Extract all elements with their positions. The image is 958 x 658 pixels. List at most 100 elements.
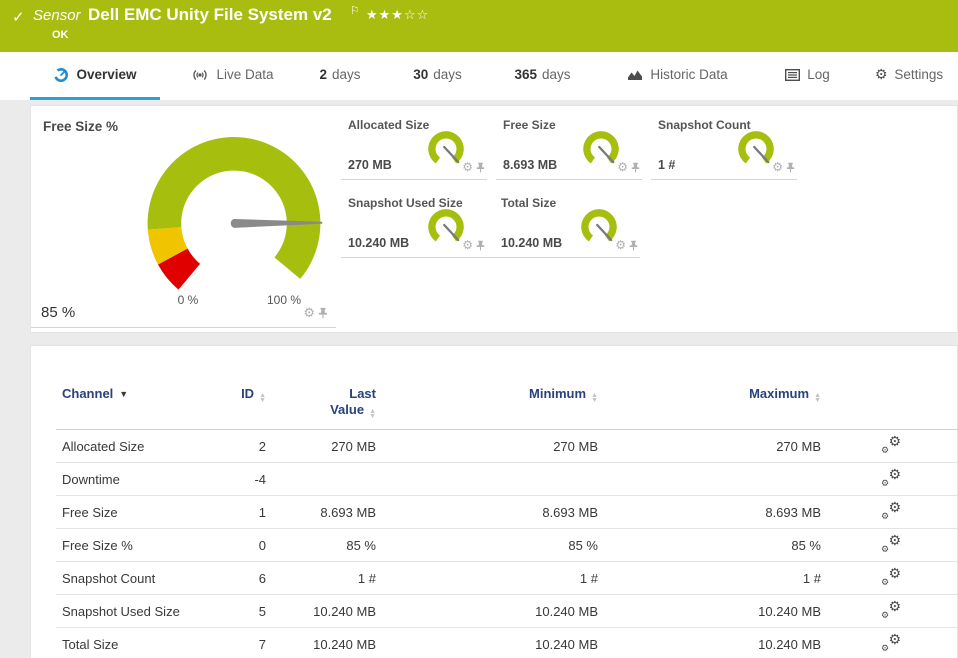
channel-settings-icon[interactable]: ⚙⚙	[881, 436, 901, 453]
channel-settings-icon[interactable]: ⚙⚙	[881, 469, 901, 486]
last-value: 10.240 MB	[266, 595, 376, 628]
sensor-status-header: ✓ Sensor Dell EMC Unity File System v2 ⚐…	[0, 0, 958, 52]
channel-settings-icon[interactable]: ⚙⚙	[881, 535, 901, 552]
sort-icon: ▲▼	[591, 393, 598, 403]
gauges-panel: Free Size % 0 % 100 % 85 % ⚙ Allocated S…	[30, 105, 958, 333]
gauge-card-free-size-percent: Free Size % 0 % 100 % 85 % ⚙	[31, 109, 336, 328]
gauge-value: 8.693 MB	[503, 158, 557, 172]
gauge-value: 270 MB	[348, 158, 392, 172]
table-row: Snapshot Count 6 1 # 1 # 1 # ⚙⚙	[56, 562, 958, 595]
channel-settings-icon[interactable]: ⚙⚙	[881, 601, 901, 618]
column-header-maximum[interactable]: Maximum▲▼	[598, 386, 821, 430]
tab-label: days	[332, 67, 361, 82]
status-badge: OK	[52, 29, 69, 41]
channel-name[interactable]: Free Size	[56, 496, 206, 529]
channel-settings-icon[interactable]: ⚙⚙	[881, 634, 901, 651]
gauge-title: Free Size %	[43, 119, 118, 134]
channel-id: 6	[206, 562, 266, 595]
table-row: Free Size 1 8.693 MB 8.693 MB 8.693 MB ⚙…	[56, 496, 958, 529]
tab-bar: Overview Live Data 2 days 30 days 365 da…	[0, 52, 958, 100]
table-row: Total Size 7 10.240 MB 10.240 MB 10.240 …	[56, 628, 958, 658]
area-chart-icon	[627, 69, 643, 81]
log-list-icon	[785, 69, 800, 81]
gear-icon[interactable]: ⚙	[462, 161, 473, 173]
pin-icon[interactable]	[631, 162, 640, 173]
last-value: 10.240 MB	[266, 628, 376, 658]
channel-name[interactable]: Snapshot Count	[56, 562, 206, 595]
table-row: Downtime -4 ⚙⚙	[56, 463, 958, 496]
column-header-id[interactable]: ID▲▼	[206, 386, 266, 430]
tab-365-days[interactable]: 365 days	[495, 52, 590, 100]
gear-icon[interactable]: ⚙	[772, 161, 783, 173]
channel-id: 7	[206, 628, 266, 658]
gear-icon[interactable]: ⚙	[615, 239, 626, 251]
gauge-card-allocated-size: Allocated Size 270 MB ⚙	[341, 109, 487, 180]
maximum-value: 8.693 MB	[598, 496, 821, 529]
sort-icon: ▲▼	[369, 409, 376, 419]
flag-icon[interactable]: ⚐	[350, 4, 360, 17]
column-header-channel[interactable]: Channel▼	[56, 386, 206, 430]
minimum-value	[376, 463, 598, 496]
tab-2-days[interactable]: 2 days	[300, 52, 380, 100]
pin-icon[interactable]	[786, 162, 795, 173]
maximum-value: 85 %	[598, 529, 821, 562]
sensor-title: Dell EMC Unity File System v2	[88, 5, 332, 25]
channel-table: Channel▼ ID▲▼ Last Value▲▼ Minimum▲▼ Max…	[56, 386, 958, 658]
gauge-title: Total Size	[501, 196, 556, 210]
maximum-value: 1 #	[598, 562, 821, 595]
tab-overview[interactable]: Overview	[30, 52, 160, 100]
tab-30-days[interactable]: 30 days	[395, 52, 480, 100]
tab-log[interactable]: Log	[770, 52, 845, 100]
tab-label: days	[542, 67, 571, 82]
channel-name[interactable]: Total Size	[56, 628, 206, 658]
mini-gauge-grid: Allocated Size 270 MB ⚙ Free Size 8.693 …	[341, 109, 957, 332]
minimum-value: 85 %	[376, 529, 598, 562]
tab-number: 365	[514, 67, 537, 82]
last-value: 270 MB	[266, 430, 376, 463]
gauge-scale-min: 0 %	[168, 293, 208, 307]
minimum-value: 10.240 MB	[376, 595, 598, 628]
table-row: Snapshot Used Size 5 10.240 MB 10.240 MB…	[56, 595, 958, 628]
minimum-value: 1 #	[376, 562, 598, 595]
maximum-value: 270 MB	[598, 430, 821, 463]
gear-icon: ⚙	[875, 66, 888, 83]
sort-desc-icon: ▼	[119, 389, 128, 399]
table-row: Allocated Size 2 270 MB 270 MB 270 MB ⚙⚙	[56, 430, 958, 463]
free-size-gauge	[114, 113, 354, 305]
maximum-value: 10.240 MB	[598, 628, 821, 658]
pin-icon[interactable]	[629, 240, 638, 251]
channel-id: 1	[206, 496, 266, 529]
maximum-value: 10.240 MB	[598, 595, 821, 628]
tab-label: Live Data	[216, 67, 273, 82]
tab-settings[interactable]: ⚙ Settings	[860, 52, 958, 100]
gauge-value: 1 #	[658, 158, 675, 172]
channel-id: 5	[206, 595, 266, 628]
tab-live-data[interactable]: Live Data	[170, 52, 295, 100]
tab-label: Settings	[894, 67, 943, 82]
gauge-title: Free Size	[503, 118, 556, 132]
priority-stars[interactable]: ★★★☆☆	[366, 7, 429, 23]
gear-icon[interactable]: ⚙	[617, 161, 628, 173]
pin-icon[interactable]	[476, 162, 485, 173]
channel-id: -4	[206, 463, 266, 496]
channel-name[interactable]: Downtime	[56, 463, 206, 496]
last-value	[266, 463, 376, 496]
object-kind-label: Sensor	[33, 7, 81, 24]
pin-icon[interactable]	[318, 307, 328, 319]
tab-historic-data[interactable]: Historic Data	[610, 52, 745, 100]
channel-name[interactable]: Snapshot Used Size	[56, 595, 206, 628]
channel-settings-icon[interactable]: ⚙⚙	[881, 568, 901, 585]
channel-settings-icon[interactable]: ⚙⚙	[881, 502, 901, 519]
last-value: 8.693 MB	[266, 496, 376, 529]
column-header-minimum[interactable]: Minimum▲▼	[376, 386, 598, 430]
channel-name[interactable]: Allocated Size	[56, 430, 206, 463]
channel-name[interactable]: Free Size %	[56, 529, 206, 562]
gear-icon[interactable]: ⚙	[462, 239, 473, 251]
column-header-last-value[interactable]: Last Value▲▼	[266, 386, 376, 430]
gear-icon[interactable]: ⚙	[303, 306, 315, 319]
pin-icon[interactable]	[476, 240, 485, 251]
gauge-value: 10.240 MB	[348, 236, 409, 250]
tab-number: 2	[319, 67, 327, 82]
check-icon: ✓	[12, 8, 25, 26]
gauge-value: 85 %	[41, 304, 75, 321]
